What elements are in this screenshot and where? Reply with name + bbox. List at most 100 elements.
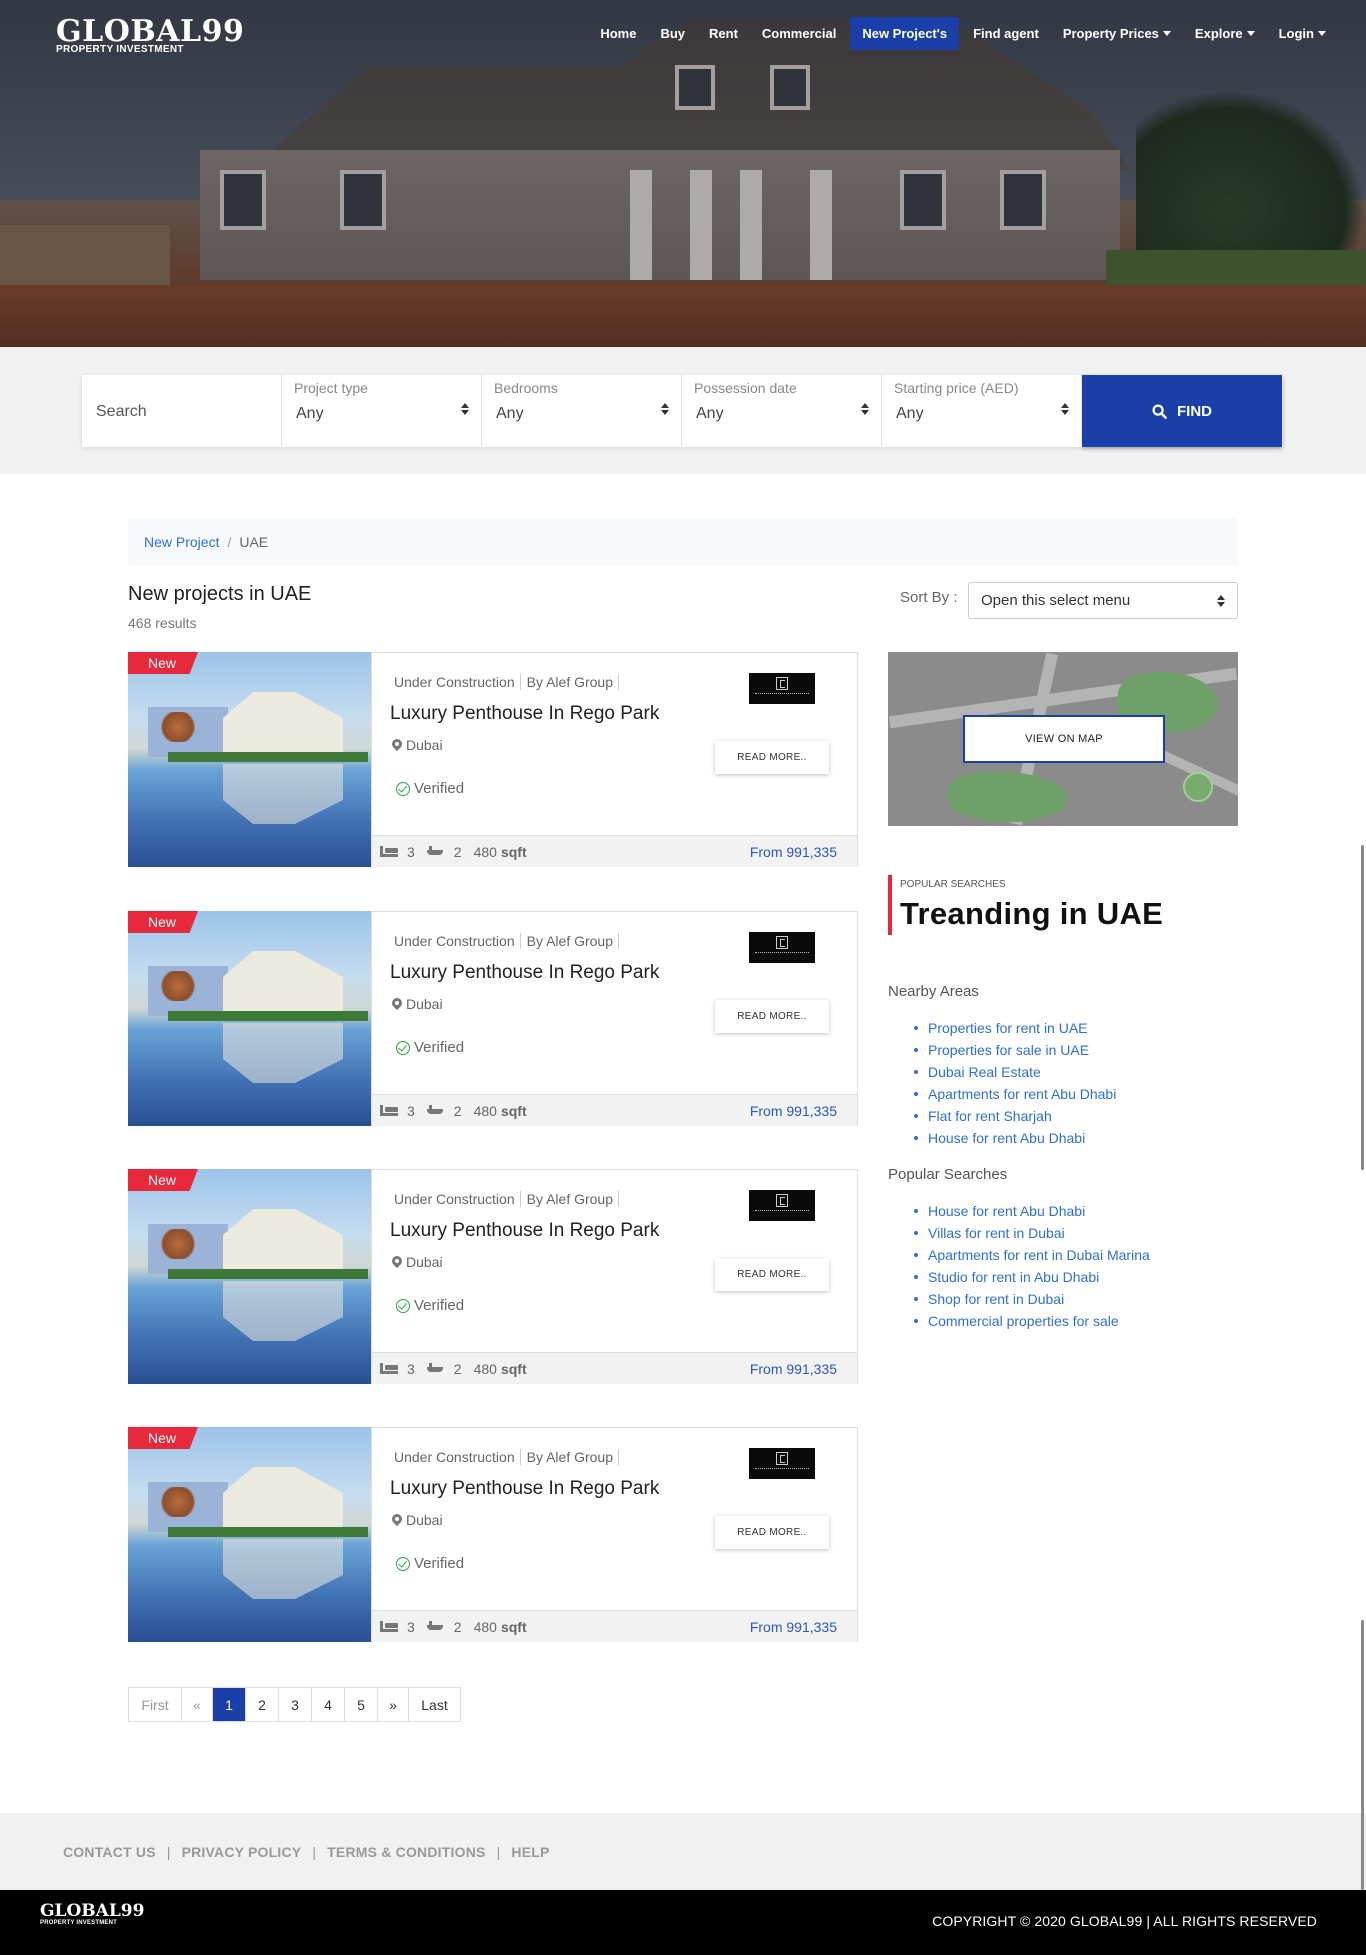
project-name[interactable]: Luxury Penthouse In Rego Park (390, 1478, 659, 1500)
nav-explore[interactable]: Explore (1183, 18, 1267, 49)
pagination-last[interactable]: Last (409, 1688, 460, 1721)
footer-brand-name: GLOBAL99 (40, 1901, 145, 1921)
map-preview[interactable]: VIEW ON MAP (888, 652, 1238, 826)
field-value: Any (496, 405, 524, 422)
location-text: Dubai (406, 996, 443, 1012)
popular-link[interactable]: Shop for rent in Dubai (914, 1288, 1150, 1310)
nearby-link[interactable]: House for rent Abu Dhabi (913, 1127, 1116, 1149)
project-tags: Under Construction By Alef Group (394, 674, 625, 690)
image-grass (168, 1527, 368, 1537)
read-more-button[interactable]: READ MORE.. (715, 1516, 829, 1549)
nearby-link[interactable]: Flat for rent Sharjah (913, 1105, 1116, 1127)
verified-status: Verified (396, 1039, 464, 1056)
baths-count: 2 (453, 1618, 462, 1635)
nav-property-prices[interactable]: Property Prices (1051, 18, 1183, 49)
project-card[interactable]: New Under Construction By Alef Group Lux… (128, 1169, 858, 1384)
project-stats: 3 2 480 sqft From 991,335 (372, 1094, 857, 1126)
project-name[interactable]: Luxury Penthouse In Rego Park (390, 962, 659, 984)
nav-find-agent[interactable]: Find agent (961, 18, 1051, 49)
project-image[interactable]: New (128, 652, 371, 867)
bath-icon (426, 1363, 445, 1374)
read-more-button[interactable]: READ MORE.. (715, 741, 829, 774)
popular-link[interactable]: Commercial properties for sale (914, 1310, 1150, 1332)
project-price: From 991,335 (749, 1360, 837, 1377)
nav-buy[interactable]: Buy (648, 18, 697, 49)
pagination-page[interactable]: 4 (312, 1688, 345, 1721)
pagination-page[interactable]: 3 (279, 1688, 312, 1721)
project-card-body: Under Construction By Alef Group Luxury … (371, 652, 858, 867)
popular-link[interactable]: Villas for rent in Dubai (914, 1222, 1150, 1244)
popular-link[interactable]: Studio for rent in Abu Dhabi (914, 1266, 1150, 1288)
pagination-prev[interactable]: « (182, 1688, 213, 1721)
nav-new-projects[interactable]: New Project's (850, 17, 960, 50)
project-price: From 991,335 (749, 1102, 837, 1119)
construction-status: Under Construction (394, 674, 521, 690)
project-price: From 991,335 (749, 843, 837, 860)
footer-contact-link[interactable]: CONTACT US (63, 1844, 156, 1860)
footer-privacy-link[interactable]: PRIVACY POLICY (182, 1844, 302, 1860)
pagination-next[interactable]: » (378, 1688, 409, 1721)
construction-status: Under Construction (394, 1449, 521, 1465)
bedrooms-select[interactable]: Bedrooms Any (482, 375, 682, 447)
image-villa (223, 692, 343, 757)
image-villa (223, 951, 343, 1016)
area-unit: sqft (500, 1102, 527, 1119)
footer-help-link[interactable]: HELP (511, 1844, 549, 1860)
developer-name: By Alef Group (527, 1449, 620, 1465)
select-arrows-icon (1061, 403, 1069, 415)
project-card[interactable]: New Under Construction By Alef Group Lux… (128, 911, 858, 1126)
popular-link[interactable]: House for rent Abu Dhabi (914, 1200, 1150, 1222)
nav-commercial[interactable]: Commercial (750, 18, 848, 49)
page-scrollbar[interactable] (1361, 1620, 1364, 1890)
pagination-page[interactable]: 1 (213, 1688, 246, 1721)
starting-price-select[interactable]: Starting price (AED) Any (882, 375, 1082, 447)
find-button[interactable]: FIND (1082, 375, 1282, 447)
read-more-button[interactable]: READ MORE.. (715, 1258, 829, 1291)
popular-link[interactable]: Apartments for rent in Dubai Marina (914, 1244, 1150, 1266)
page-scrollbar[interactable] (1361, 845, 1364, 1170)
sort-select[interactable]: Open this select menu (968, 582, 1238, 619)
page-title: New projects in UAE (128, 583, 312, 605)
nearby-link[interactable]: Properties for rent in UAE (913, 1017, 1116, 1039)
developer-logo-mark (776, 677, 788, 690)
search-input[interactable]: Search (82, 375, 282, 447)
area-value: 480 (473, 1618, 497, 1635)
project-name[interactable]: Luxury Penthouse In Rego Park (390, 703, 659, 725)
project-image[interactable]: New (128, 1427, 371, 1642)
project-type-select[interactable]: Project type Any (282, 375, 482, 447)
footer-terms-link[interactable]: TERMS & CONDITIONS (327, 1844, 485, 1860)
trending-header: POPULAR SEARCHES Treanding in UAE (888, 875, 1163, 935)
image-villa (223, 1209, 343, 1274)
nav-rent[interactable]: Rent (697, 18, 750, 49)
project-card[interactable]: New Under Construction By Alef Group Lux… (128, 652, 858, 867)
nearby-link[interactable]: Apartments for rent Abu Dhabi (913, 1083, 1116, 1105)
check-circle-icon (396, 781, 410, 796)
pagination-page[interactable]: 2 (246, 1688, 279, 1721)
footer-logo[interactable]: GLOBAL99 PROPERTY INVESTMENT (40, 1902, 144, 1926)
project-name[interactable]: Luxury Penthouse In Rego Park (390, 1220, 659, 1242)
nav-home[interactable]: Home (588, 18, 648, 49)
popular-searches-title: Popular Searches (888, 1166, 1008, 1183)
sort-label: Sort By : (900, 589, 958, 606)
nearby-link[interactable]: Properties for sale in UAE (913, 1039, 1116, 1061)
developer-logo-word (755, 1468, 809, 1471)
pagination-first[interactable]: First (129, 1688, 182, 1721)
project-card[interactable]: New Under Construction By Alef Group Lux… (128, 1427, 858, 1642)
project-image[interactable]: New (128, 1169, 371, 1384)
view-on-map-button[interactable]: VIEW ON MAP (963, 715, 1165, 763)
nav-login[interactable]: Login (1267, 18, 1338, 49)
beds-count: 3 (407, 1618, 415, 1635)
nearby-link[interactable]: Dubai Real Estate (913, 1061, 1116, 1083)
trending-kicker: POPULAR SEARCHES (900, 879, 1006, 890)
developer-logo (749, 1190, 815, 1221)
project-tags: Under Construction By Alef Group (394, 933, 625, 949)
bed-icon (380, 1621, 398, 1632)
breadcrumb-link-new-project[interactable]: New Project (144, 534, 219, 550)
new-badge: New (128, 652, 198, 674)
read-more-button[interactable]: READ MORE.. (715, 1000, 829, 1033)
possession-date-select[interactable]: Possession date Any (682, 375, 882, 447)
project-image[interactable]: New (128, 911, 371, 1126)
brand-logo[interactable]: GLOBAL99 PROPERTY INVESTMENT (56, 16, 244, 56)
pagination-page[interactable]: 5 (345, 1688, 378, 1721)
new-badge: New (128, 911, 198, 933)
